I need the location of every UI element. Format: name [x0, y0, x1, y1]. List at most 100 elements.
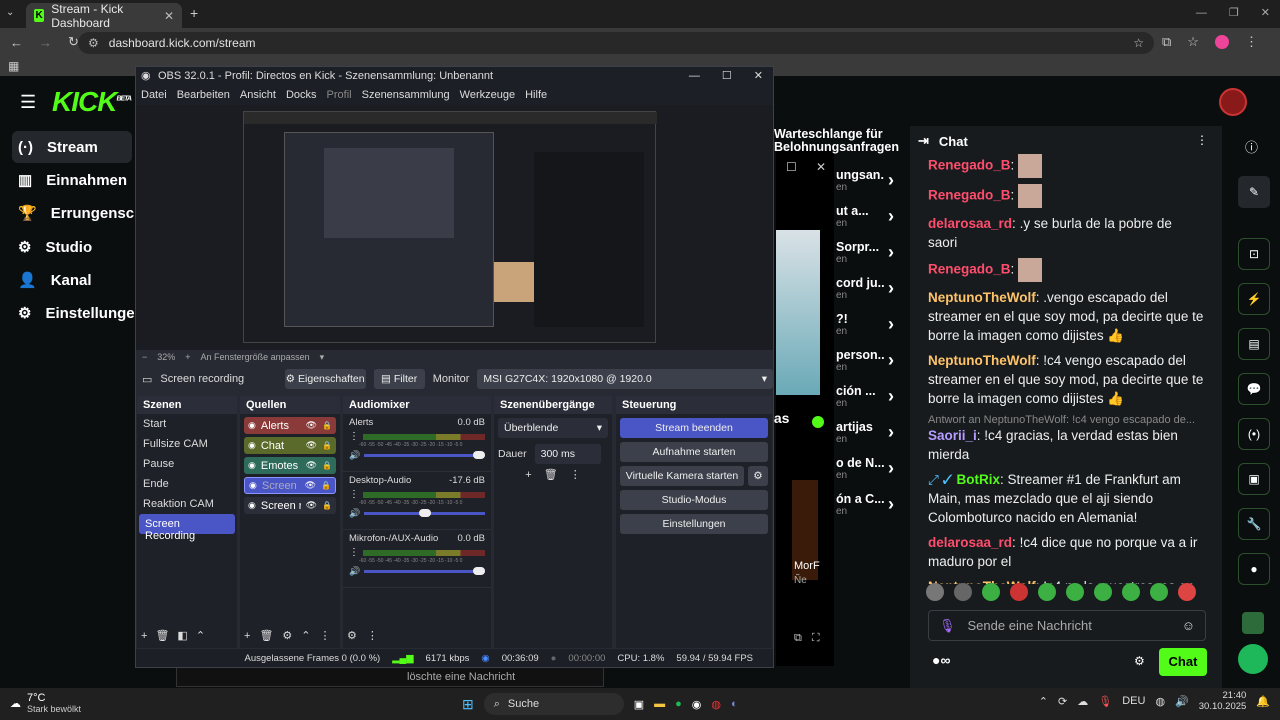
queue-item[interactable]: ?! en › [836, 312, 908, 337]
emote-icon[interactable] [954, 583, 972, 601]
mixer-more-icon[interactable]: ⋮ [367, 629, 378, 642]
mixer-settings-icon[interactable]: ⚙ [347, 629, 357, 642]
add-scene-icon[interactable]: + [141, 630, 147, 642]
emote-icon[interactable] [1178, 583, 1196, 601]
support-headset-icon[interactable] [1238, 644, 1268, 674]
close-window-icon[interactable]: ✕ [1261, 6, 1270, 19]
popup-close-icon[interactable]: ✕ [816, 160, 826, 174]
music-app-icon[interactable] [1242, 612, 1264, 634]
chrome-menu-icon[interactable]: ⋮ [1245, 34, 1258, 50]
reply-reference[interactable]: Antwort an NeptunoTheWolf: !c4 vengo esc… [910, 414, 1222, 426]
back-icon[interactable]: ← [10, 35, 23, 50]
chat-input[interactable]: 🎙 Sende eine Nachricht ☺ [928, 610, 1206, 641]
emote-icon[interactable] [1038, 583, 1056, 601]
volume-slider-handle[interactable] [473, 567, 485, 575]
broadcast-icon[interactable]: (•) [1238, 418, 1270, 450]
apps-grid-icon[interactable]: ▦ [8, 59, 19, 73]
new-tab-icon[interactable]: + [190, 5, 198, 21]
zoom-out-icon[interactable]: − [142, 352, 147, 362]
document-icon[interactable]: ▤ [1238, 328, 1270, 360]
obs-menu-item[interactable]: Bearbeiten [177, 89, 230, 101]
source-item[interactable]: ◉ Screen rec 👁 🔒 [244, 477, 336, 494]
add-transition-icon[interactable]: + [525, 469, 531, 481]
emote-icon[interactable] [982, 583, 1000, 601]
source-up-icon[interactable]: ⌃ [301, 629, 310, 642]
volume-slider[interactable] [364, 451, 485, 459]
lock-icon[interactable]: 🔒 [322, 421, 332, 430]
obs-menu-item[interactable]: Docks [286, 89, 317, 101]
collapse-chat-icon[interactable]: ⇥ [918, 133, 929, 149]
lightning-icon[interactable]: ⚡ [1238, 283, 1270, 315]
chat-username[interactable]: NeptunoTheWolf [928, 353, 1036, 368]
obs-menu-item[interactable]: Werkzeuge [460, 89, 515, 101]
channel-menu-icon[interactable]: ⋮ [349, 547, 359, 558]
volume-slider[interactable] [364, 509, 485, 517]
maximize-icon[interactable]: ❐ [1229, 6, 1239, 19]
emote-icon[interactable] [926, 583, 944, 601]
nav-stream[interactable]: (·) Stream [12, 131, 132, 163]
tray-mic-icon[interactable]: 🎙 [1098, 695, 1112, 708]
info-icon[interactable]: ⓘ [1245, 137, 1258, 156]
source-item[interactable]: ◉ Alerts 👁 🔒 [244, 417, 336, 434]
chat-username[interactable]: delarosaa_rd [928, 216, 1012, 231]
duration-input[interactable]: 300 ms [534, 444, 601, 464]
scene-filter-icon[interactable]: ◧ [177, 629, 187, 642]
popup-maximize-icon[interactable]: ☐ [786, 160, 797, 174]
chat-settings-icon[interactable]: ⚙ [1134, 654, 1145, 668]
source-more-icon[interactable]: ⋮ [320, 629, 331, 642]
extensions-icon[interactable]: ⧉ [1162, 34, 1171, 50]
zoom-in-icon[interactable]: + [185, 352, 190, 362]
queue-item[interactable]: ción ... en › [836, 384, 908, 409]
network-icon[interactable]: ◍ [1155, 695, 1165, 708]
visibility-eye-icon[interactable]: 👁 [306, 440, 317, 451]
stop-stream-button[interactable]: Stream beenden [620, 418, 768, 438]
remove-transition-icon[interactable]: 🗑 [544, 468, 558, 481]
visibility-eye-icon[interactable]: 👁 [306, 460, 317, 471]
volume-slider-handle[interactable] [473, 451, 485, 459]
speaker-icon[interactable]: 🔊 [349, 450, 360, 461]
settings-button[interactable]: Einstellungen [620, 514, 768, 534]
chevron-right-icon[interactable]: › [888, 350, 894, 371]
queue-item[interactable]: cord ju... en › [836, 276, 908, 301]
chevron-right-icon[interactable]: › [888, 242, 894, 263]
emote-icon[interactable] [1122, 583, 1140, 601]
queue-item[interactable]: Sorpr... en › [836, 240, 908, 265]
weather-widget[interactable]: ☁ 7°C Stark bewölkt [10, 692, 81, 714]
chevron-right-icon[interactable]: › [888, 206, 894, 227]
visibility-eye-icon[interactable]: 👁 [305, 480, 316, 491]
chevron-right-icon[interactable]: › [888, 422, 894, 443]
pip-icon[interactable]: ⧉ [794, 632, 802, 645]
bookmarks-icon[interactable]: ☆ [1187, 34, 1199, 50]
queue-item[interactable]: ungsan...en › [836, 168, 908, 193]
windows-start-icon[interactable]: ⊞ [462, 696, 474, 713]
kick-logo[interactable]: KICKBETA [52, 86, 132, 118]
task-view-icon[interactable]: ▣ [634, 698, 644, 711]
chat-bubble-icon[interactable]: 💬 [1238, 373, 1270, 405]
obs-taskbar-icon[interactable]: ◉ [692, 698, 702, 711]
studio-mode-button[interactable]: Studio-Modus [620, 490, 768, 510]
scene-item[interactable]: Ende [137, 474, 237, 494]
source-item[interactable]: ◉ Chat 👁 🔒 [244, 437, 336, 454]
lock-icon[interactable]: 🔒 [322, 461, 332, 470]
queue-item[interactable]: ut a... en › [836, 204, 908, 229]
speaker-icon[interactable]: 🔊 [349, 566, 360, 577]
chat-send-button[interactable]: Chat [1159, 648, 1207, 676]
scene-up-icon[interactable]: ⌃ [196, 629, 205, 642]
target-icon[interactable]: ⊡ [1238, 238, 1270, 270]
scene-item[interactable]: Pause [137, 454, 237, 474]
obs-minimize-icon[interactable]: — [689, 67, 700, 85]
start-virtual-camera-button[interactable]: Virtuelle Kamera starten [620, 466, 744, 486]
source-item[interactable]: ◉ Emotes 👁 🔒 [244, 457, 336, 474]
chat-username[interactable]: BotRix [957, 472, 1001, 487]
nav-studio[interactable]: ⚙ Studio [12, 231, 132, 263]
forward-icon[interactable]: → [39, 35, 52, 50]
obs-preview[interactable] [136, 105, 773, 350]
taskbar-search[interactable]: ⌕ Suche [483, 693, 624, 715]
chat-username[interactable]: Renegado_B [928, 188, 1011, 203]
fit-to-window[interactable]: An Fenstergröße anpassen [201, 352, 310, 362]
community-icon[interactable]: ● [1238, 553, 1270, 585]
zoom-dropdown-icon[interactable]: ▾ [320, 352, 325, 363]
microphone-icon[interactable]: 🎙 [939, 618, 956, 634]
monitor-select[interactable]: MSI G27C4X: 1920x1080 @ 1920.0 ▾ [477, 369, 773, 389]
hamburger-menu-icon[interactable]: ☰ [20, 92, 36, 113]
